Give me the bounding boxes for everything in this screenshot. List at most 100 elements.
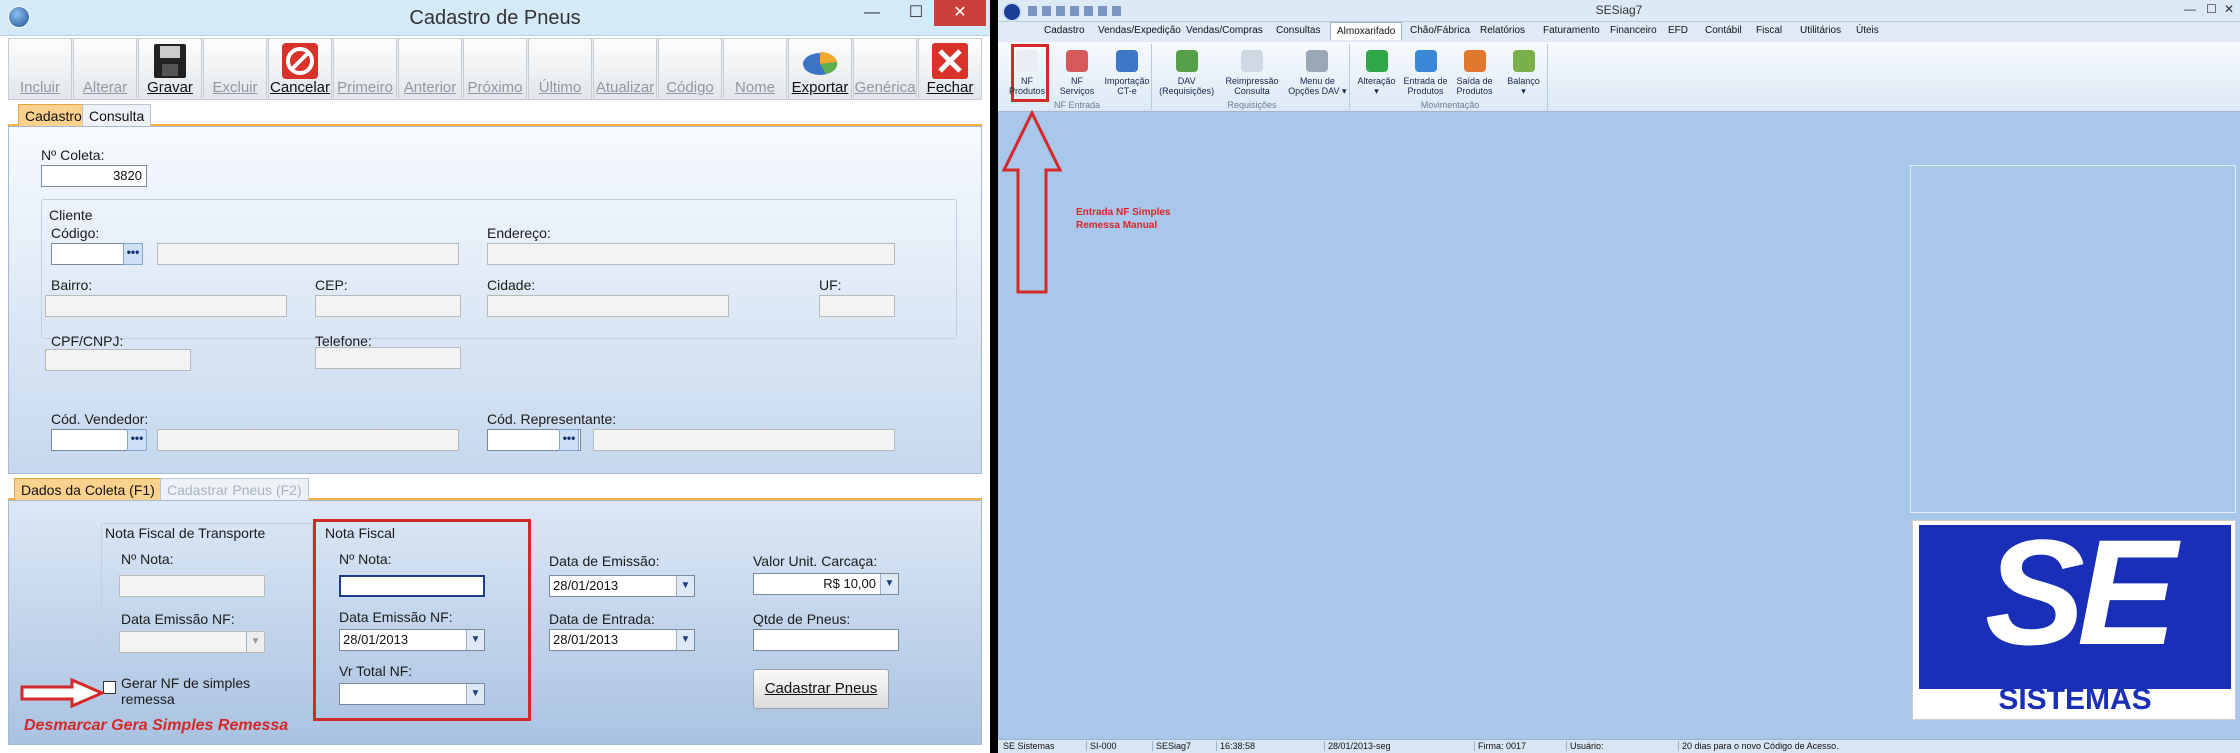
chevron-down-icon[interactable]: ▼ xyxy=(466,684,484,704)
sesiag-maximize-button[interactable]: ☐ xyxy=(2206,2,2217,16)
ribbon-2-3-icon[interactable] xyxy=(1512,50,1535,72)
coleta-label: Nº Coleta: xyxy=(41,147,105,163)
menu-utilitarios[interactable]: Utilitários xyxy=(1800,25,1841,36)
menu-chao-fabrica[interactable]: Chão/Fábrica xyxy=(1410,25,1470,36)
ribbon-2-2-icon[interactable] xyxy=(1463,50,1486,72)
toolbar-gravar-button[interactable]: Gravar xyxy=(138,38,202,100)
pie-chart-icon xyxy=(800,42,840,80)
data-emissao-select[interactable]: 28/01/2013 ▼ xyxy=(549,575,695,597)
toolbar-nome-button[interactable]: Nome xyxy=(723,38,787,100)
nota-label: Nº Nota: xyxy=(339,551,392,567)
toolbar-codigo-button[interactable]: Código xyxy=(658,38,722,100)
data-entrada-label: Data de Entrada: xyxy=(549,611,655,627)
sesiag-minimize-button[interactable]: — xyxy=(2184,2,2196,16)
menu-relatorios[interactable]: Relatórios xyxy=(1480,25,1525,36)
close-window-button[interactable]: ✕ xyxy=(934,0,986,26)
chevron-down-icon[interactable]: ▼ xyxy=(676,630,694,650)
toolbar-primeiro-button[interactable]: Primeiro xyxy=(333,38,397,100)
ribbon-0-2-icon[interactable] xyxy=(1116,50,1138,72)
qtde-field[interactable] xyxy=(753,629,899,651)
menu-vendas-compras[interactable]: Vendas/Compras xyxy=(1186,25,1263,36)
cep-label: CEP: xyxy=(315,277,348,293)
toolbar-proximo-button[interactable]: Próximo xyxy=(463,38,527,100)
chevron-down-icon[interactable]: ▼ xyxy=(466,630,484,650)
toolbar-anterior-button[interactable]: Anterior xyxy=(398,38,462,100)
ribbon-button-label[interactable]: Reimpressão Consulta xyxy=(1218,76,1286,96)
vendedor-search-button[interactable]: ••• xyxy=(127,429,147,451)
ribbon-2-1-icon[interactable] xyxy=(1414,50,1437,72)
cadastro-panel: Nº Coleta: 3820 Cliente Código: ••• Ende… xyxy=(8,126,982,474)
ribbon-button-label[interactable]: Menu de Opções DAV ▾ xyxy=(1283,76,1351,96)
ribbon-button-label[interactable]: Importação CT-e xyxy=(1093,76,1161,96)
valor-unit-select[interactable]: R$ 10,00 ▼ xyxy=(753,573,899,595)
title-bar: Cadastro de Pneus — ☐ ✕ xyxy=(0,0,990,36)
tab-cadastrar-pneus[interactable]: Cadastrar Pneus (F2) xyxy=(160,478,309,500)
chevron-down-icon[interactable]: ▼ xyxy=(880,574,898,594)
vr-total-label: Vr Total NF: xyxy=(339,663,413,679)
toolbar-generica-button[interactable]: Genérica xyxy=(853,38,917,100)
toolbar-button-label: Código xyxy=(666,79,714,96)
ribbon-1-0-icon[interactable] xyxy=(1175,50,1198,72)
toolbar-fechar-button[interactable]: Fechar xyxy=(918,38,982,100)
toolbar-button-label: Excluir xyxy=(212,79,258,96)
cidade-label: Cidade: xyxy=(487,277,536,293)
toolbar-button-label: Alterar xyxy=(82,79,128,96)
coleta-field[interactable]: 3820 xyxy=(41,165,147,187)
logo-sistemas-text: SISTEMAS xyxy=(1998,683,2152,716)
ribbon-button-label[interactable]: DAV (Requisições) xyxy=(1153,76,1221,96)
bairro-field xyxy=(45,295,287,317)
menu-financeiro[interactable]: Financeiro xyxy=(1610,25,1657,36)
menu-uteis[interactable]: Úteis xyxy=(1856,25,1879,36)
representante-label: Cód. Representante: xyxy=(487,411,617,427)
ribbon-label-line2: Consulta xyxy=(1234,86,1270,96)
maximize-button[interactable]: ☐ xyxy=(894,0,938,26)
nota-field[interactable] xyxy=(339,575,485,597)
toolbar-exportar-button[interactable]: Exportar xyxy=(788,38,852,100)
codigo-search-button[interactable]: ••• xyxy=(123,243,143,265)
sesiag-title: SESiag7 xyxy=(1595,3,1643,17)
menu-consultas[interactable]: Consultas xyxy=(1276,25,1320,36)
cadastrar-pneus-button[interactable]: Cadastrar Pneus xyxy=(753,669,889,709)
toolbar-incluir-button[interactable]: Incluir xyxy=(8,38,72,100)
menu-efd[interactable]: EFD xyxy=(1668,25,1688,36)
ribbon-0-1-icon[interactable] xyxy=(1066,50,1088,72)
toolbar-alterar-button[interactable]: Alterar xyxy=(73,38,137,100)
cancel-icon xyxy=(280,42,320,80)
codigo-field[interactable] xyxy=(51,243,127,265)
data-emissao-nf-select[interactable]: 28/01/2013 ▼ xyxy=(339,629,485,651)
menu-cadastro[interactable]: Cadastro xyxy=(1044,25,1085,36)
menu-fiscal[interactable]: Fiscal xyxy=(1756,25,1782,36)
minimize-button[interactable]: — xyxy=(850,0,894,26)
data-emissao-label: Data de Emissão: xyxy=(549,553,660,569)
menu-almoxarifado[interactable]: Almoxarifado xyxy=(1330,22,1403,40)
cpf-field xyxy=(45,349,191,371)
floppy-disk-icon xyxy=(150,42,190,80)
window-title: Cadastro de Pneus xyxy=(409,7,581,29)
menu-faturamento[interactable]: Faturamento xyxy=(1543,25,1600,36)
tab-cadastro[interactable]: Cadastro xyxy=(18,104,89,126)
sesiag-close-button[interactable]: ✕ xyxy=(2224,2,2234,16)
tab-dados-coleta[interactable]: Dados da Coleta (F1) xyxy=(14,478,162,500)
menu-contabil[interactable]: Contábil xyxy=(1705,25,1742,36)
gerar-nf-label: Gerar NF de simples remessa xyxy=(121,675,251,707)
ribbon-group-label: Requisições xyxy=(1227,100,1277,110)
status-cell-3: SESiag7 xyxy=(1152,741,1191,751)
ribbon-0-0-icon[interactable] xyxy=(1016,50,1038,72)
representante-search-button[interactable]: ••• xyxy=(559,429,579,451)
toolbar-atualizar-button[interactable]: Atualizar xyxy=(593,38,657,100)
toolbar-excluir-button[interactable]: Excluir xyxy=(203,38,267,100)
ribbon-1-2-icon[interactable] xyxy=(1306,50,1329,72)
tab-consulta[interactable]: Consulta xyxy=(82,104,152,126)
ribbon-button-label[interactable]: Balanço ▾ xyxy=(1490,76,1558,96)
toolbar-cancelar-button[interactable]: Cancelar xyxy=(268,38,332,100)
vr-total-select[interactable]: ▼ xyxy=(339,683,485,705)
ribbon-2-0-icon[interactable] xyxy=(1365,50,1388,72)
chevron-down-icon[interactable]: ▼ xyxy=(676,576,694,596)
toolbar-ultimo-button[interactable]: Último xyxy=(528,38,592,100)
data-entrada-select[interactable]: 28/01/2013 ▼ xyxy=(549,629,695,651)
ribbon-1-1-icon[interactable] xyxy=(1241,50,1263,72)
menu-vendas-expedicao[interactable]: Vendas/Expedição xyxy=(1098,25,1181,36)
cliente-nome-field xyxy=(157,243,459,265)
nf-transporte-nota-label: Nº Nota: xyxy=(121,551,174,567)
codigo-label: Código: xyxy=(51,225,100,241)
